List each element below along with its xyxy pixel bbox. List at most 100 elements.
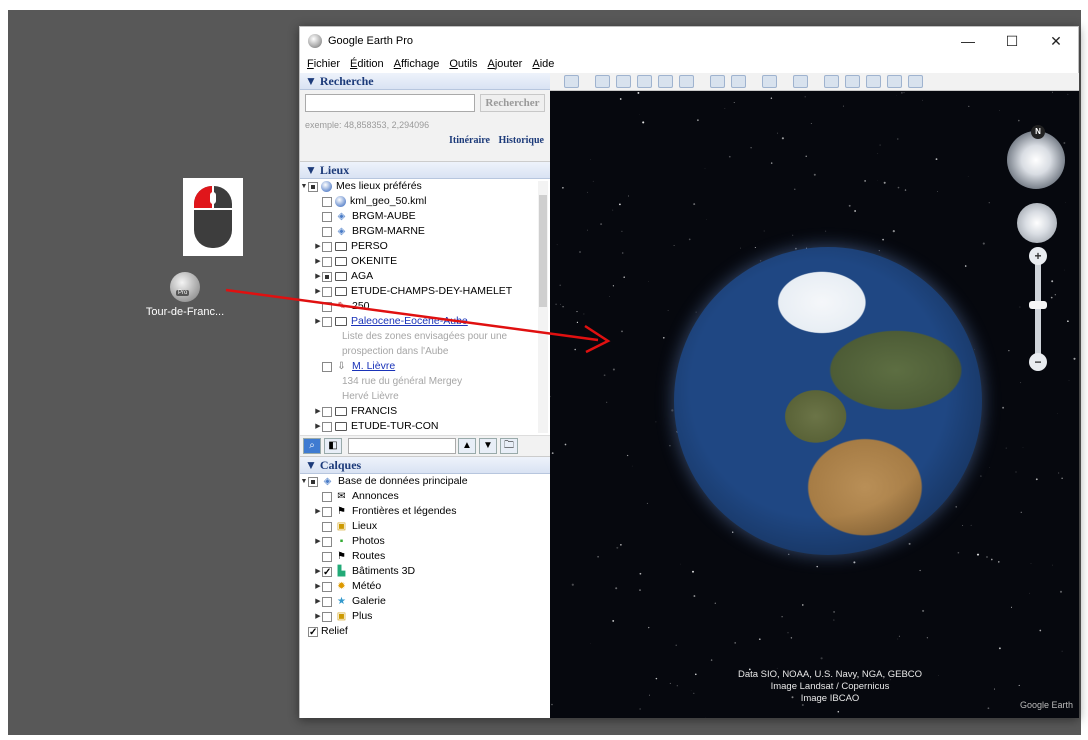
- tree-item[interactable]: ▶ ⚑ Frontières et légendes: [300, 504, 550, 519]
- polygon-icon[interactable]: [616, 75, 631, 88]
- placemark-icon[interactable]: [595, 75, 610, 88]
- checkbox[interactable]: [322, 241, 332, 252]
- expand-toggle-icon[interactable]: ▶: [314, 534, 322, 549]
- move-control-icon[interactable]: [1017, 203, 1057, 243]
- expand-toggle-icon[interactable]: ▶: [314, 419, 322, 434]
- menu-outils[interactable]: Outils: [449, 58, 477, 70]
- checkbox[interactable]: [322, 521, 332, 532]
- expand-toggle-icon[interactable]: ▶: [314, 254, 322, 269]
- menu-edition[interactable]: Édition: [350, 58, 384, 70]
- itinerary-link[interactable]: Itinéraire: [449, 135, 490, 146]
- expand-toggle-icon[interactable]: ▶: [314, 314, 322, 329]
- minimize-button[interactable]: —: [946, 33, 990, 49]
- places-panel-header[interactable]: ▼ Lieux: [300, 162, 550, 179]
- close-button[interactable]: ✕: [1034, 33, 1078, 50]
- checkbox[interactable]: [322, 551, 332, 562]
- tree-item[interactable]: ✎ 250: [300, 299, 550, 314]
- expand-toggle-icon[interactable]: ▶: [314, 564, 322, 579]
- tree-item[interactable]: ◈ BRGM-AUBE: [300, 209, 550, 224]
- expand-toggle-icon[interactable]: ▼: [300, 179, 308, 194]
- tree-item[interactable]: Hervé Lièvre: [300, 389, 550, 404]
- checkbox[interactable]: [322, 301, 332, 312]
- tree-item[interactable]: ▶ ETUDE-TUR-CON: [300, 419, 550, 434]
- expand-toggle-icon[interactable]: ▶: [314, 594, 322, 609]
- expand-toggle-icon[interactable]: ▶: [314, 579, 322, 594]
- tree-item[interactable]: ⚑ Routes: [300, 549, 550, 564]
- search-input[interactable]: [305, 94, 475, 112]
- tree-item[interactable]: ▶ ✹ Météo: [300, 579, 550, 594]
- historical-imagery-icon[interactable]: [710, 75, 725, 88]
- tree-item[interactable]: ✉ Annonces: [300, 489, 550, 504]
- maximize-button[interactable]: ☐: [990, 33, 1034, 50]
- look-control-icon[interactable]: [1007, 131, 1065, 189]
- tree-item[interactable]: ▶ FRANCIS: [300, 404, 550, 419]
- checkbox[interactable]: [308, 181, 318, 192]
- tree-item[interactable]: ▶ ▙ Bâtiments 3D: [300, 564, 550, 580]
- search-button[interactable]: Rechercher: [480, 94, 545, 112]
- map-view[interactable]: N + − Data SIO, NOAA, U.S. Navy, NGA, GE…: [550, 73, 1079, 718]
- add-folder-icon[interactable]: 🗀: [500, 438, 518, 454]
- tree-item[interactable]: ▶ ▪ Photos: [300, 534, 550, 549]
- tree-item[interactable]: prospection dans l'Aube: [300, 344, 550, 359]
- tree-item[interactable]: ▼ Mes lieux préférés: [300, 179, 550, 194]
- checkbox[interactable]: [308, 476, 318, 487]
- menu-aide[interactable]: Aide: [532, 58, 554, 70]
- tree-item[interactable]: ▶ PERSO: [300, 239, 550, 254]
- zoom-slider-knob[interactable]: [1029, 301, 1047, 309]
- expand-toggle-icon[interactable]: ▶: [314, 284, 322, 299]
- tree-item[interactable]: ▶ ★ Galerie: [300, 594, 550, 609]
- checkbox[interactable]: [322, 226, 332, 237]
- search-places-icon[interactable]: ⌕: [303, 438, 321, 454]
- print-icon[interactable]: [845, 75, 860, 88]
- layers-panel-header[interactable]: ▼ Calques: [300, 457, 550, 474]
- checkbox[interactable]: [322, 491, 332, 502]
- tree-item[interactable]: Relief: [300, 624, 550, 640]
- search-panel-header[interactable]: ▼ Recherche: [300, 73, 550, 90]
- scrollbar-thumb[interactable]: [539, 195, 547, 307]
- tree-item[interactable]: ◈ BRGM-MARNE: [300, 224, 550, 239]
- tree-item[interactable]: 134 rue du général Mergey: [300, 374, 550, 389]
- checkbox[interactable]: [322, 565, 332, 580]
- sidebar-toggle-icon[interactable]: [564, 75, 579, 88]
- checkbox[interactable]: [308, 625, 318, 640]
- zoom-out-icon[interactable]: −: [1029, 353, 1047, 371]
- tree-item[interactable]: ⇩ M. Lièvre: [300, 359, 550, 374]
- places-tree[interactable]: ▼ Mes lieux préférés kml_geo_50.kml ◈ BRGM-A…: [300, 179, 550, 435]
- checkbox[interactable]: [322, 611, 332, 622]
- checkbox[interactable]: [322, 361, 332, 372]
- email-icon[interactable]: [824, 75, 839, 88]
- tree-item[interactable]: ▶ OKENITE: [300, 254, 550, 269]
- expand-toggle-icon[interactable]: ▼: [300, 474, 308, 489]
- zoom-in-icon[interactable]: +: [1029, 247, 1047, 265]
- checkbox[interactable]: [322, 506, 332, 517]
- tree-item[interactable]: ▣ Lieux: [300, 519, 550, 534]
- record-tour-icon[interactable]: [679, 75, 694, 88]
- tree-item[interactable]: ▶ Paleocene-Eocene-Aube: [300, 314, 550, 329]
- checkbox[interactable]: [322, 596, 332, 607]
- checkbox[interactable]: [322, 406, 332, 417]
- move-down-icon[interactable]: ▼: [479, 438, 497, 454]
- menu-affichage[interactable]: Affichage: [394, 58, 440, 70]
- expand-toggle-icon[interactable]: ▶: [314, 269, 322, 284]
- checkbox[interactable]: [322, 421, 332, 432]
- menu-ajouter[interactable]: Ajouter: [487, 58, 522, 70]
- menu-fichier[interactable]: Fichier: [307, 58, 340, 70]
- tree-item[interactable]: ▶ AGA: [300, 269, 550, 284]
- checkbox[interactable]: [322, 316, 332, 327]
- split-view-icon[interactable]: ◧: [324, 438, 342, 454]
- places-scrollbar[interactable]: [538, 181, 548, 433]
- checkbox[interactable]: [322, 581, 332, 592]
- expand-toggle-icon[interactable]: ▶: [314, 404, 322, 419]
- globe[interactable]: [674, 247, 982, 555]
- expand-toggle-icon[interactable]: ▶: [314, 609, 322, 624]
- compass-north-icon[interactable]: N: [1031, 125, 1045, 139]
- path-icon[interactable]: [637, 75, 652, 88]
- tree-item[interactable]: Liste des zones envisagées pour une: [300, 329, 550, 344]
- checkbox[interactable]: [322, 286, 332, 297]
- tree-item[interactable]: ▶ ▣ Plus: [300, 609, 550, 624]
- places-filter-input[interactable]: [348, 438, 456, 454]
- checkbox[interactable]: [322, 196, 332, 207]
- layers-tree[interactable]: ▼ ◈ Base de données principale ✉ Annonces ▶ ⚑ F…: [300, 474, 550, 734]
- history-link[interactable]: Historique: [498, 135, 544, 146]
- tree-item[interactable]: kml_geo_50.kml: [300, 194, 550, 209]
